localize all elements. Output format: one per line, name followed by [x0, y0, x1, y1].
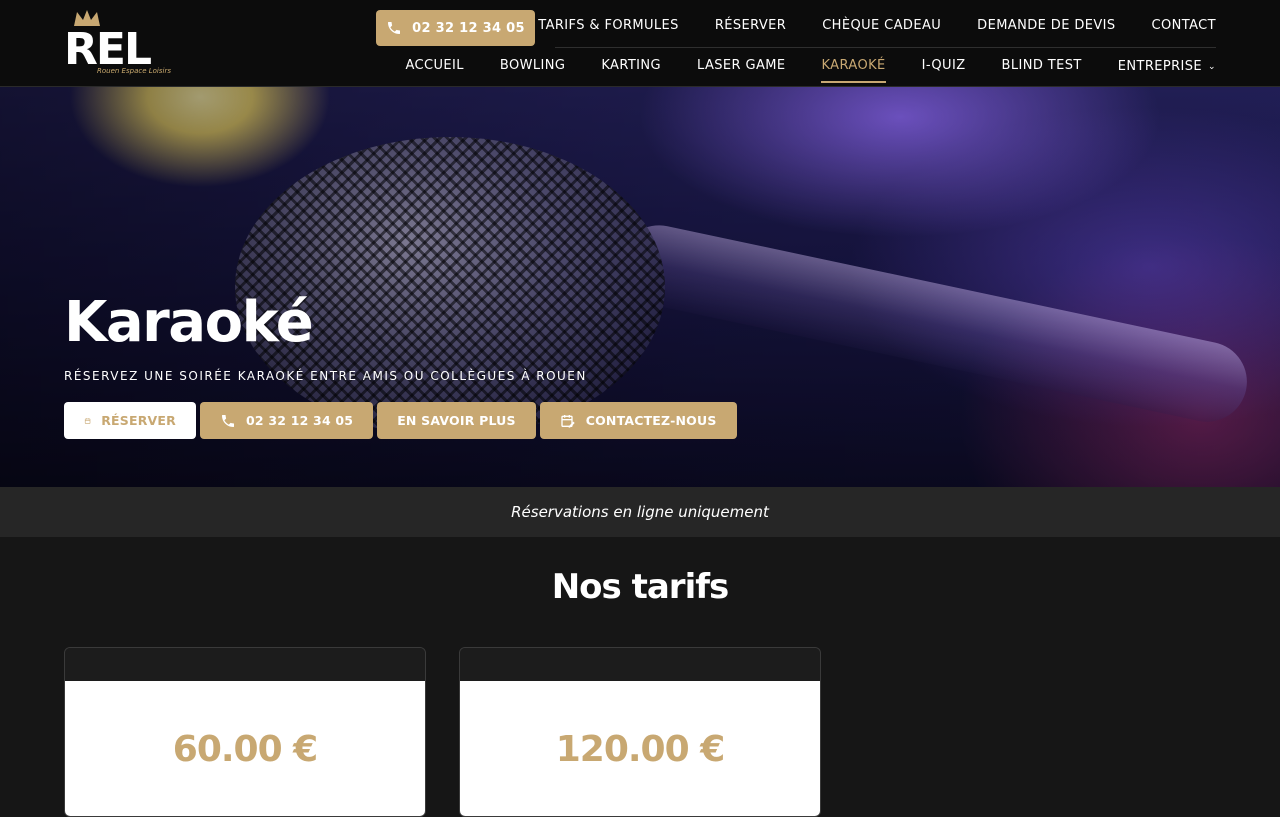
nav-contact[interactable]: CONTACT: [1152, 18, 1216, 33]
site-header: REL Rouen Espace Loisirs 02 32 12 34 05 …: [0, 0, 1280, 87]
nav-entreprise[interactable]: ENTREPRISE ⌄: [1118, 58, 1216, 83]
phone-icon: [222, 414, 234, 427]
logo-wordmark: REL: [64, 24, 152, 75]
phone-icon: [388, 22, 401, 34]
phone-button[interactable]: 02 32 12 34 05: [200, 402, 374, 439]
nav-karting[interactable]: KARTING: [601, 58, 661, 83]
tarif-card-body: 60.00 €: [65, 681, 425, 816]
hero-banner: Karaoké RÉSERVEZ UNE SOIRÉE KARAOKÉ ENTR…: [0, 87, 1280, 487]
nav-laser-game[interactable]: LASER GAME: [697, 58, 785, 83]
nav-bowling[interactable]: BOWLING: [500, 58, 565, 83]
tarif-card-header: [65, 648, 425, 681]
contact-button-label: CONTACTEZ-NOUS: [585, 413, 717, 428]
nav-reserver[interactable]: RÉSERVER: [715, 18, 786, 33]
top-nav: TARIFS & FORMULES RÉSERVER CHÈQUE CADEAU…: [538, 18, 1216, 33]
nav-blind-test[interactable]: BLIND TEST: [1002, 58, 1082, 83]
header-phone-label: 02 32 12 34 05: [412, 20, 525, 36]
phone-button-label: 02 32 12 34 05: [246, 413, 354, 428]
nav-divider: [555, 47, 1216, 48]
site-logo[interactable]: REL Rouen Espace Loisirs: [64, 10, 171, 78]
learn-more-label: EN SAVOIR PLUS: [397, 413, 516, 428]
contact-button[interactable]: CONTACTEZ-NOUS: [539, 402, 737, 439]
main-nav: ACCUEIL BOWLING KARTING LASER GAME KARAO…: [405, 58, 1216, 83]
hero-subtitle: RÉSERVEZ UNE SOIRÉE KARAOKÉ ENTRE AMIS O…: [64, 369, 587, 383]
calendar-icon: [84, 417, 91, 424]
learn-more-button[interactable]: EN SAVOIR PLUS: [377, 402, 536, 439]
online-booking-notice: Réservations en ligne uniquement: [0, 487, 1280, 537]
nav-karaoke[interactable]: KARAOKÉ: [821, 58, 886, 83]
nav-entreprise-label: ENTREPRISE: [1117, 59, 1203, 74]
chevron-down-icon: ⌄: [1208, 61, 1216, 72]
logo-tagline: Rouen Espace Loisirs: [97, 67, 171, 75]
tarif-card-header: [460, 648, 820, 681]
nav-cheque-cadeau[interactable]: CHÈQUE CADEAU: [822, 18, 941, 33]
tarif-card-body: 120.00 €: [460, 681, 820, 816]
tarif-price: 60.00 €: [172, 729, 318, 770]
tarif-price: 120.00 €: [555, 729, 726, 770]
page-title: Karaoké: [64, 290, 314, 355]
tarif-card[interactable]: 60.00 €: [64, 647, 426, 817]
nav-accueil[interactable]: ACCUEIL: [405, 58, 463, 83]
tarifs-heading: Nos tarifs: [551, 567, 730, 607]
nav-tarifs-formules[interactable]: TARIFS & FORMULES: [538, 18, 679, 33]
nav-i-quiz[interactable]: I-QUIZ: [922, 58, 966, 83]
reserve-button-label: RÉSERVER: [101, 413, 176, 428]
header-phone-button[interactable]: 02 32 12 34 05: [376, 10, 535, 46]
tarif-card[interactable]: 120.00 €: [459, 647, 821, 817]
hero-actions: RÉSERVER 02 32 12 34 05 EN SAVOIR PLUS C…: [64, 402, 737, 439]
reserve-button[interactable]: RÉSERVER: [64, 402, 196, 439]
nav-demande-devis[interactable]: DEMANDE DE DEVIS: [977, 18, 1115, 33]
calendar-edit-icon: [561, 414, 575, 428]
